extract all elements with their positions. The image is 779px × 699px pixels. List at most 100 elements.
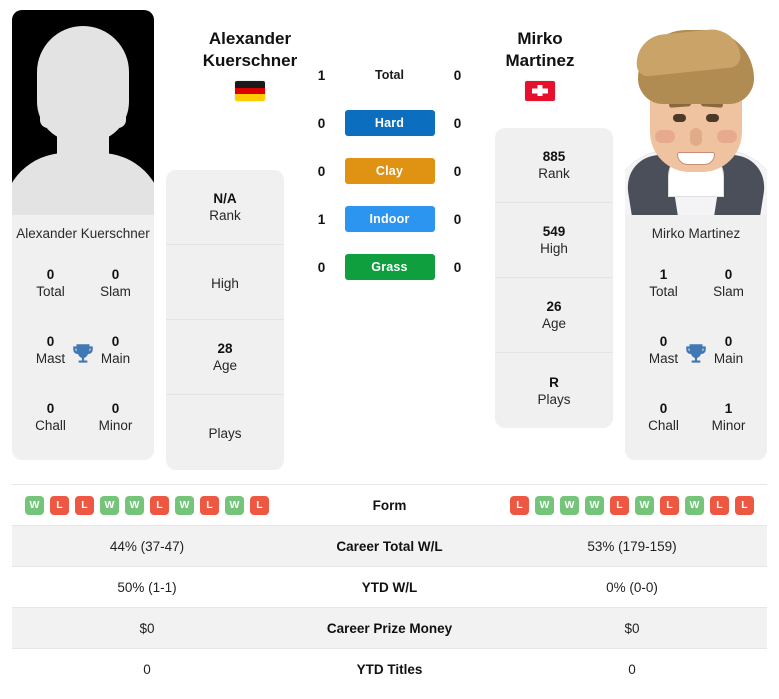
title-cell-chall: 0 Chall: [18, 383, 83, 450]
title-label: Mast: [648, 350, 679, 366]
title-value: 0: [659, 400, 668, 416]
form-badge-win: W: [25, 495, 44, 515]
right-player-photo: [625, 10, 767, 215]
form-badge-win: W: [100, 495, 119, 515]
title-label: Minor: [98, 417, 133, 433]
form-badge-loss: L: [50, 495, 69, 515]
info-label: Rank: [209, 208, 241, 223]
portrait-eye-right: [706, 114, 719, 122]
table-row-career-total-wl: 44% (37-47) Career Total W/L 53% (179-15…: [12, 525, 767, 567]
form-badge-win: W: [585, 495, 604, 515]
left-ytd-wl: 50% (1-1): [117, 579, 177, 595]
comparison-header: Alexander Kuerschner 0 Total 0 Slam 0 Ma…: [0, 0, 779, 480]
info-value: 26: [546, 299, 562, 314]
info-label: Plays: [208, 426, 242, 441]
info-row-plays: R Plays: [495, 353, 613, 428]
right-form-cell: LWWWLWLWLL: [497, 485, 767, 526]
info-label: High: [540, 241, 568, 256]
surface-pill-indoor[interactable]: Indoor: [344, 206, 435, 232]
left-career-prize-money: $0: [139, 620, 155, 636]
surface-pill-hard[interactable]: Hard: [344, 110, 435, 136]
portrait-illustration: [625, 10, 767, 215]
title-cell-minor: 1 Minor: [696, 383, 761, 450]
left-career-total-wl: 44% (37-47): [109, 538, 185, 554]
right-form-strip: LWWWLWLWLL: [501, 495, 763, 515]
table-row-form: WLLWWLWLWL Form LWWWLWLWLL: [12, 484, 767, 526]
left-player-card[interactable]: Alexander Kuerschner 0 Total 0 Slam 0 Ma…: [12, 10, 154, 460]
left-player-column: Alexander Kuerschner 0 Total 0 Slam 0 Ma…: [0, 10, 166, 460]
info-label: Age: [212, 358, 238, 373]
h2h-row-grass: 0 Grass 0: [284, 254, 495, 280]
surface-pill-grass[interactable]: Grass: [344, 254, 435, 280]
trophy-icon: [73, 343, 93, 363]
title-cell-total: 1 Total: [631, 249, 696, 316]
title-cell-minor: 0 Minor: [83, 383, 148, 450]
form-badge-loss: L: [75, 495, 94, 515]
form-badge-loss: L: [660, 495, 679, 515]
title-label: Mast: [35, 350, 66, 366]
title-label: Minor: [711, 417, 746, 433]
info-row-rank: N/A Rank: [166, 170, 284, 245]
portrait-mouth: [677, 152, 715, 165]
title-label: Main: [713, 350, 744, 366]
right-player-name-label: Mirko Martinez: [651, 226, 741, 241]
title-value: 0: [46, 400, 55, 416]
info-value: N/A: [213, 191, 237, 206]
h2h-row-clay: 0 Clay 0: [284, 158, 495, 184]
title-cell-chall: 0 Chall: [631, 383, 696, 450]
avatar-ear-left: [40, 98, 56, 128]
info-value: 28: [217, 341, 233, 356]
h2h-left-count: 1: [317, 67, 326, 83]
left-info-card: N/A Rank High 28 Age Plays: [166, 170, 284, 470]
right-info-card: 885 Rank 549 High 26 Age R Plays: [495, 128, 613, 428]
title-value: 1: [659, 266, 668, 282]
h2h-right-count: 0: [453, 259, 462, 275]
avatar-body: [12, 153, 154, 215]
right-career-total-wl: 53% (179-159): [587, 538, 677, 554]
title-label: Main: [100, 350, 131, 366]
h2h-right-count: 0: [453, 211, 462, 227]
info-value: 885: [542, 149, 566, 164]
h2h-row-indoor: 1 Indoor 0: [284, 206, 495, 232]
info-row-high: 549 High: [495, 203, 613, 278]
title-value: 0: [111, 400, 120, 416]
title-value: 0: [46, 266, 55, 282]
row-label-ytd-titles: YTD Titles: [356, 661, 423, 677]
right-info-column: 885 Rank 549 High 26 Age R Plays: [495, 10, 613, 428]
info-row-rank: 885 Rank: [495, 128, 613, 203]
form-badge-win: W: [685, 495, 704, 515]
right-career-prize-money: $0: [624, 620, 640, 636]
title-cell-slam: 0 Slam: [696, 249, 761, 316]
form-badge-win: W: [535, 495, 554, 515]
h2h-row-hard: 0 Hard 0: [284, 110, 495, 136]
portrait-eye-left: [673, 114, 686, 122]
portrait-cheek-right: [717, 130, 737, 143]
right-player-column: Mirko Martinez 1 Total 0 Slam 0 Mast 0 M…: [613, 10, 779, 460]
info-value: R: [549, 374, 559, 390]
row-label-form: Form: [372, 497, 407, 513]
table-row-career-prize-money: $0 Career Prize Money $0: [12, 607, 767, 649]
left-player-photo: [12, 10, 154, 215]
row-label-ytd-wl: YTD W/L: [361, 579, 418, 595]
form-badge-loss: L: [250, 495, 269, 515]
h2h-left-count: 0: [317, 163, 326, 179]
title-label: Total: [649, 283, 678, 299]
surface-pill-clay[interactable]: Clay: [344, 158, 435, 184]
title-label: Slam: [100, 283, 131, 299]
left-player-titles-grid: 0 Total 0 Slam 0 Mast 0 Main 0 Chall 0 M…: [12, 247, 154, 460]
left-form-strip: WLLWWLWLWL: [16, 495, 278, 515]
form-badge-loss: L: [710, 495, 729, 515]
title-value: 0: [111, 266, 120, 282]
left-form-cell: WLLWWLWLWL: [12, 485, 282, 526]
row-label-career-prize-money: Career Prize Money: [326, 620, 453, 636]
h2h-left-count: 0: [317, 259, 326, 275]
form-badge-loss: L: [150, 495, 169, 515]
right-player-titles-grid: 1 Total 0 Slam 0 Mast 0 Main 0 Chall 1 M…: [625, 247, 767, 460]
info-row-plays: Plays: [166, 395, 284, 470]
form-badge-loss: L: [735, 495, 754, 515]
right-player-card[interactable]: Mirko Martinez 1 Total 0 Slam 0 Mast 0 M…: [625, 10, 767, 460]
form-badge-win: W: [225, 495, 244, 515]
info-label: Age: [541, 316, 567, 331]
title-value: 0: [111, 333, 120, 349]
title-value: 0: [724, 333, 733, 349]
